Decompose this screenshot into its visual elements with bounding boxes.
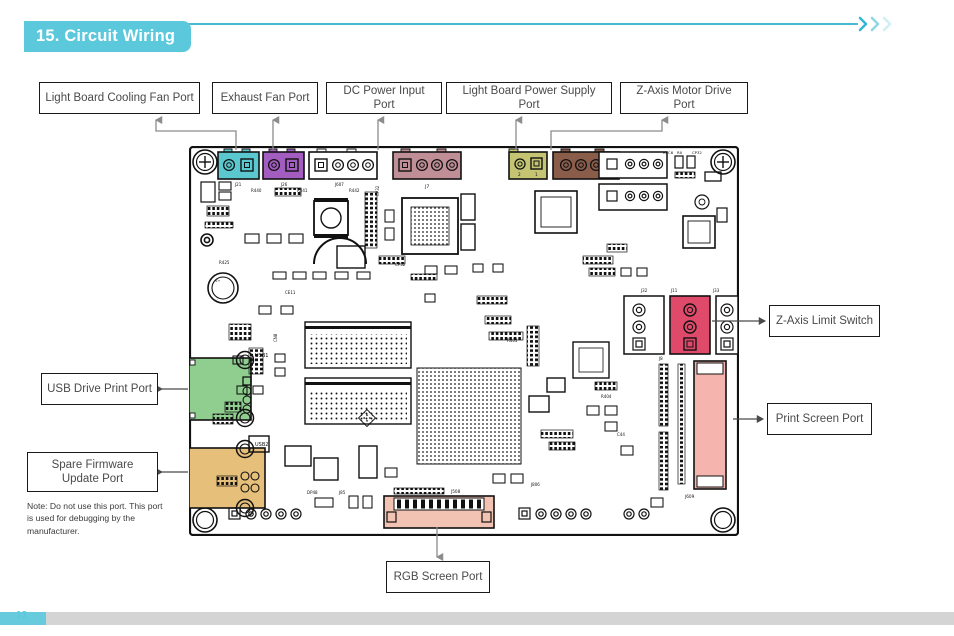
page-number: 13 — [16, 610, 28, 621]
svg-text:J806: J806 — [530, 482, 540, 487]
callout-label: USB Drive Print Port — [47, 382, 152, 395]
callout-label: Light Board Power Supply Port — [462, 84, 596, 111]
callout-label: Exhaust Fan Port — [220, 91, 310, 104]
chevron-3-icon — [882, 15, 893, 33]
chevron-1-icon — [858, 15, 869, 33]
callout-print-screen-port[interactable]: Print Screen Port — [767, 403, 872, 435]
svg-text:C44: C44 — [617, 432, 625, 437]
svg-text:CN8: CN8 — [273, 333, 278, 342]
callout-usb-drive-print-port[interactable]: USB Drive Print Port — [41, 373, 158, 405]
svg-text:R440: R440 — [251, 188, 262, 193]
callout-label: Light Board Cooling Fan Port — [45, 91, 194, 104]
svg-text:CP32: CP32 — [395, 262, 406, 267]
circuit-board-diagram: V+ V- J7 2 1 CP32 RX R4C6 USB2 J609 J508… — [189, 146, 739, 536]
svg-text:J8: J8 — [658, 356, 663, 361]
svg-text:J33: J33 — [712, 288, 720, 293]
svg-text:R404: R404 — [601, 394, 612, 399]
svg-text:DP48: DP48 — [307, 490, 318, 495]
svg-text:1: 1 — [535, 172, 538, 177]
svg-text:USB2: USB2 — [255, 442, 268, 448]
callout-label: RGB Screen Port — [393, 570, 483, 583]
callout-label: Spare Firmware Update Port — [51, 458, 134, 485]
callout-exhaust-fan-port[interactable]: Exhaust Fan Port — [212, 82, 318, 114]
footer-bar — [0, 612, 954, 625]
exhaust-fan-connector — [262, 148, 305, 180]
svg-text:J607: J607 — [334, 182, 344, 187]
svg-text:J508: J508 — [450, 489, 461, 494]
svg-text:R442: R442 — [349, 188, 360, 193]
callout-z-axis-motor-drive-port[interactable]: Z-Axis Motor Drive Port — [620, 82, 748, 114]
z-axis-motor-connector-a: 2 1 — [508, 148, 548, 180]
svg-text:R403: R403 — [507, 338, 518, 343]
callout-label: DC Power Input Port — [343, 84, 425, 111]
spare-firmware-port-note: Note: Do not use this port. This port is… — [27, 501, 163, 536]
svg-text:J85: J85 — [338, 490, 346, 495]
svg-text:J21: J21 — [234, 182, 242, 187]
callout-spare-firmware-update-port[interactable]: Spare Firmware Update Port — [27, 452, 158, 492]
svg-text:CP32: CP32 — [375, 185, 380, 196]
page-title-banner: 15. Circuit Wiring — [24, 21, 192, 52]
svg-text:V+: V+ — [215, 279, 220, 283]
callout-z-axis-limit-switch[interactable]: Z-Axis Limit Switch — [769, 305, 880, 337]
svg-text:J32: J32 — [640, 288, 648, 293]
z-axis-limit-switch-connector — [669, 295, 711, 355]
svg-text:J7: J7 — [424, 184, 429, 190]
svg-text:J11: J11 — [670, 288, 678, 293]
svg-text:R425: R425 — [219, 260, 230, 265]
dc-power-input-connector — [308, 148, 378, 180]
svg-text:2: 2 — [518, 172, 521, 177]
callout-rgb-screen-port[interactable]: RGB Screen Port — [386, 561, 490, 593]
svg-text:RX: RX — [677, 150, 683, 155]
light-board-cooling-fan-connector — [217, 148, 260, 180]
callout-label: Z-Axis Limit Switch — [775, 314, 874, 327]
callout-light-board-cooling-fan-port[interactable]: Light Board Cooling Fan Port — [39, 82, 200, 114]
svg-text:J609: J609 — [684, 494, 695, 499]
callout-light-board-power-supply-port[interactable]: Light Board Power Supply Port — [446, 82, 612, 114]
page-title: 15. Circuit Wiring — [36, 27, 176, 45]
svg-text:CP32: CP32 — [692, 150, 702, 155]
svg-text:J26: J26 — [280, 182, 288, 187]
memory-slot-upper — [304, 321, 412, 369]
chevron-2-icon — [870, 15, 881, 33]
callout-label: Print Screen Port — [775, 412, 864, 425]
svg-text:R441: R441 — [297, 188, 308, 193]
svg-text:R4C6: R4C6 — [663, 150, 674, 155]
header-rule — [168, 23, 858, 25]
callout-dc-power-input-port[interactable]: DC Power Input Port — [326, 82, 442, 114]
callout-label: Z-Axis Motor Drive Port — [636, 84, 732, 111]
svg-text:CE11: CE11 — [285, 290, 296, 295]
memory-slot-lower — [304, 377, 412, 425]
bga-pad-array — [416, 367, 522, 465]
